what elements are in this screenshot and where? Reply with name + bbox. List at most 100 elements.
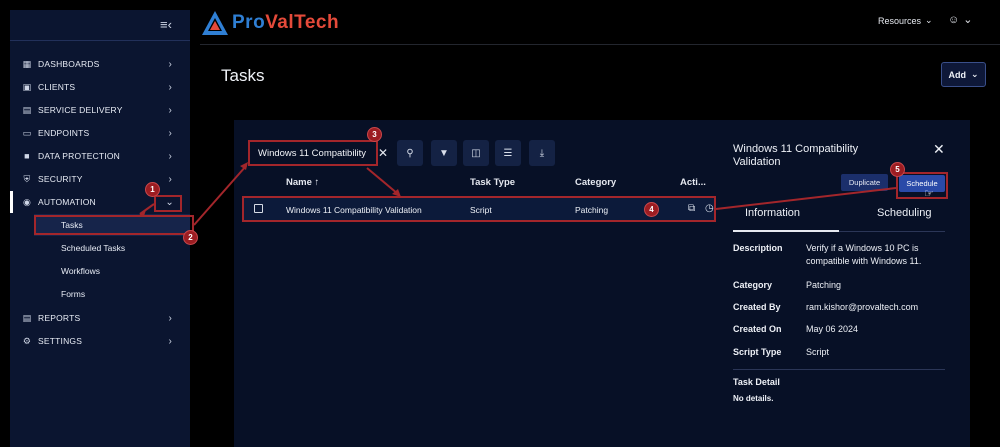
- header-divider: [200, 44, 1000, 45]
- filter-button[interactable]: ▼: [431, 140, 457, 166]
- annotation-badge-3: 3: [367, 127, 382, 142]
- field-value-category: Patching: [806, 280, 842, 290]
- download-icon: ⤓: [539, 147, 545, 159]
- search-icon: ⚲: [406, 147, 414, 159]
- user-icon: ☺: [948, 13, 960, 26]
- sidebar-subitem-workflows[interactable]: Workflows: [34, 260, 190, 282]
- add-button-label: Add: [948, 69, 966, 80]
- brand-logo[interactable]: ProValTech: [200, 9, 339, 37]
- lock-icon: ■: [24, 151, 30, 161]
- columns-button[interactable]: ◫: [463, 140, 489, 166]
- page-title: Tasks: [221, 66, 265, 85]
- export-button[interactable]: ⤓: [529, 140, 555, 166]
- tab-scheduling[interactable]: Scheduling: [877, 207, 931, 219]
- logo-mark-icon: [202, 11, 228, 35]
- row-category: Patching: [575, 205, 609, 215]
- chevron-right-icon: ›: [168, 127, 172, 139]
- annotation-badge-2: 2: [183, 230, 198, 245]
- add-button[interactable]: Add ⌄: [941, 62, 986, 87]
- sidebar-item-label: AUTOMATION: [38, 197, 96, 207]
- sidebar-item-label: SERVICE DELIVERY: [38, 105, 123, 115]
- search-button[interactable]: ⚲: [397, 140, 423, 166]
- sidebar-item-label: CLIENTS: [38, 82, 76, 92]
- duplicate-button[interactable]: Duplicate: [841, 174, 888, 191]
- shield-icon: ⛨: [23, 173, 31, 184]
- gear-icon: ⚙: [22, 335, 32, 346]
- resources-label: Resources: [878, 15, 922, 26]
- sidebar-item-settings[interactable]: ⚙ SETTINGS ›: [10, 330, 190, 352]
- annotation-badge-4: 4: [644, 202, 659, 217]
- clear-search-icon[interactable]: ✕: [378, 146, 388, 160]
- sidebar-item-label: DATA PROTECTION: [38, 151, 121, 161]
- column-header-actions: Acti...: [680, 177, 706, 188]
- row-name: Windows 11 Compatibility Validation: [286, 205, 422, 215]
- annotation-badge-5: 5: [890, 162, 905, 177]
- sort-arrow-up-icon: ↑: [314, 177, 320, 188]
- column-header-task-type[interactable]: Task Type: [470, 177, 515, 188]
- annotation-box-tasks: [34, 215, 194, 235]
- search-input[interactable]: Windows 11 Compatibility: [248, 140, 378, 166]
- sidebar-divider: [10, 40, 190, 41]
- density-button[interactable]: ☰: [495, 140, 521, 166]
- building-icon: ▣: [22, 81, 32, 92]
- chevron-down-icon: ⌄: [925, 15, 933, 25]
- sidebar-subitem-label: Scheduled Tasks: [61, 243, 126, 253]
- field-label-created-by: Created By: [733, 302, 781, 312]
- chevron-right-icon: ›: [168, 312, 172, 324]
- chevron-right-icon: ›: [168, 104, 172, 116]
- sidebar-subitem-label: Forms: [61, 289, 86, 299]
- chevron-down-icon: ⌄: [963, 14, 973, 26]
- chevron-right-icon: ›: [168, 150, 172, 162]
- sidebar-collapse-icon[interactable]: ≡‹: [160, 18, 174, 31]
- detail-divider: [733, 369, 945, 370]
- chevron-right-icon: ›: [168, 335, 172, 347]
- sidebar-item-dashboards[interactable]: ▦ DASHBOARDS ›: [10, 53, 190, 75]
- clock-icon[interactable]: ◷: [705, 203, 714, 214]
- field-value-created-on: May 06 2024: [806, 324, 859, 334]
- task-detail-value: No details.: [733, 394, 774, 403]
- robot-icon: ◉: [22, 196, 32, 207]
- row-checkbox[interactable]: [254, 204, 263, 213]
- row-task-type: Script: [470, 205, 492, 215]
- sidebar-subitem-forms[interactable]: Forms: [34, 283, 190, 305]
- tab-information[interactable]: Information: [745, 207, 800, 219]
- sidebar-subitem-scheduled-tasks[interactable]: Scheduled Tasks: [34, 237, 190, 259]
- chevron-right-icon: ›: [168, 173, 172, 185]
- grid-icon: ▦: [22, 58, 32, 69]
- filter-icon: ▼: [439, 147, 449, 159]
- cursor-pointer-icon: ☞: [924, 188, 934, 200]
- report-icon: ▤: [22, 312, 32, 323]
- sidebar-item-security[interactable]: ⛨ SECURITY ›: [10, 168, 190, 190]
- sidebar-item-endpoints[interactable]: ▭ ENDPOINTS ›: [10, 122, 190, 144]
- density-icon: ☰: [503, 147, 513, 159]
- sidebar-item-service-delivery[interactable]: ▤ SERVICE DELIVERY ›: [10, 99, 190, 121]
- field-label-created-on: Created On: [733, 324, 782, 334]
- chevron-right-icon: ›: [168, 58, 172, 70]
- detail-title: Windows 11 Compatibility Validation: [733, 143, 859, 168]
- schedule-button[interactable]: Schedule: [899, 175, 945, 192]
- chevron-down-icon: ⌄: [970, 69, 979, 79]
- sidebar-item-label: DASHBOARDS: [38, 59, 100, 69]
- sidebar-item-label: REPORTS: [38, 313, 81, 323]
- sidebar-item-label: SECURITY: [38, 174, 83, 184]
- sidebar-subitem-label: Workflows: [61, 266, 101, 276]
- user-menu[interactable]: ☺ ⌄: [948, 13, 973, 27]
- column-header-name[interactable]: Name ↑: [286, 177, 319, 188]
- column-header-category[interactable]: Category: [575, 177, 616, 188]
- field-label-description: Description: [733, 243, 783, 253]
- sidebar-item-data-protection[interactable]: ■ DATA PROTECTION ›: [10, 145, 190, 167]
- tab-active-indicator: [733, 230, 839, 232]
- field-value-created-by: ram.kishor@provaltech.com: [806, 302, 919, 312]
- sidebar-item-label: ENDPOINTS: [38, 128, 90, 138]
- resources-menu[interactable]: Resources ⌄: [878, 15, 933, 26]
- sidebar-item-clients[interactable]: ▣ CLIENTS ›: [10, 76, 190, 98]
- annotation-badge-1: 1: [145, 182, 160, 197]
- copy-icon[interactable]: ⧉: [688, 203, 695, 214]
- annotation-box-expand: [154, 195, 182, 212]
- brand-name: ProValTech: [232, 12, 340, 33]
- field-value-script-type: Script: [806, 347, 830, 357]
- task-detail-label: Task Detail: [733, 377, 780, 387]
- columns-icon: ◫: [471, 147, 481, 159]
- sidebar-item-reports[interactable]: ▤ REPORTS ›: [10, 307, 190, 329]
- close-icon[interactable]: ✕: [933, 141, 945, 158]
